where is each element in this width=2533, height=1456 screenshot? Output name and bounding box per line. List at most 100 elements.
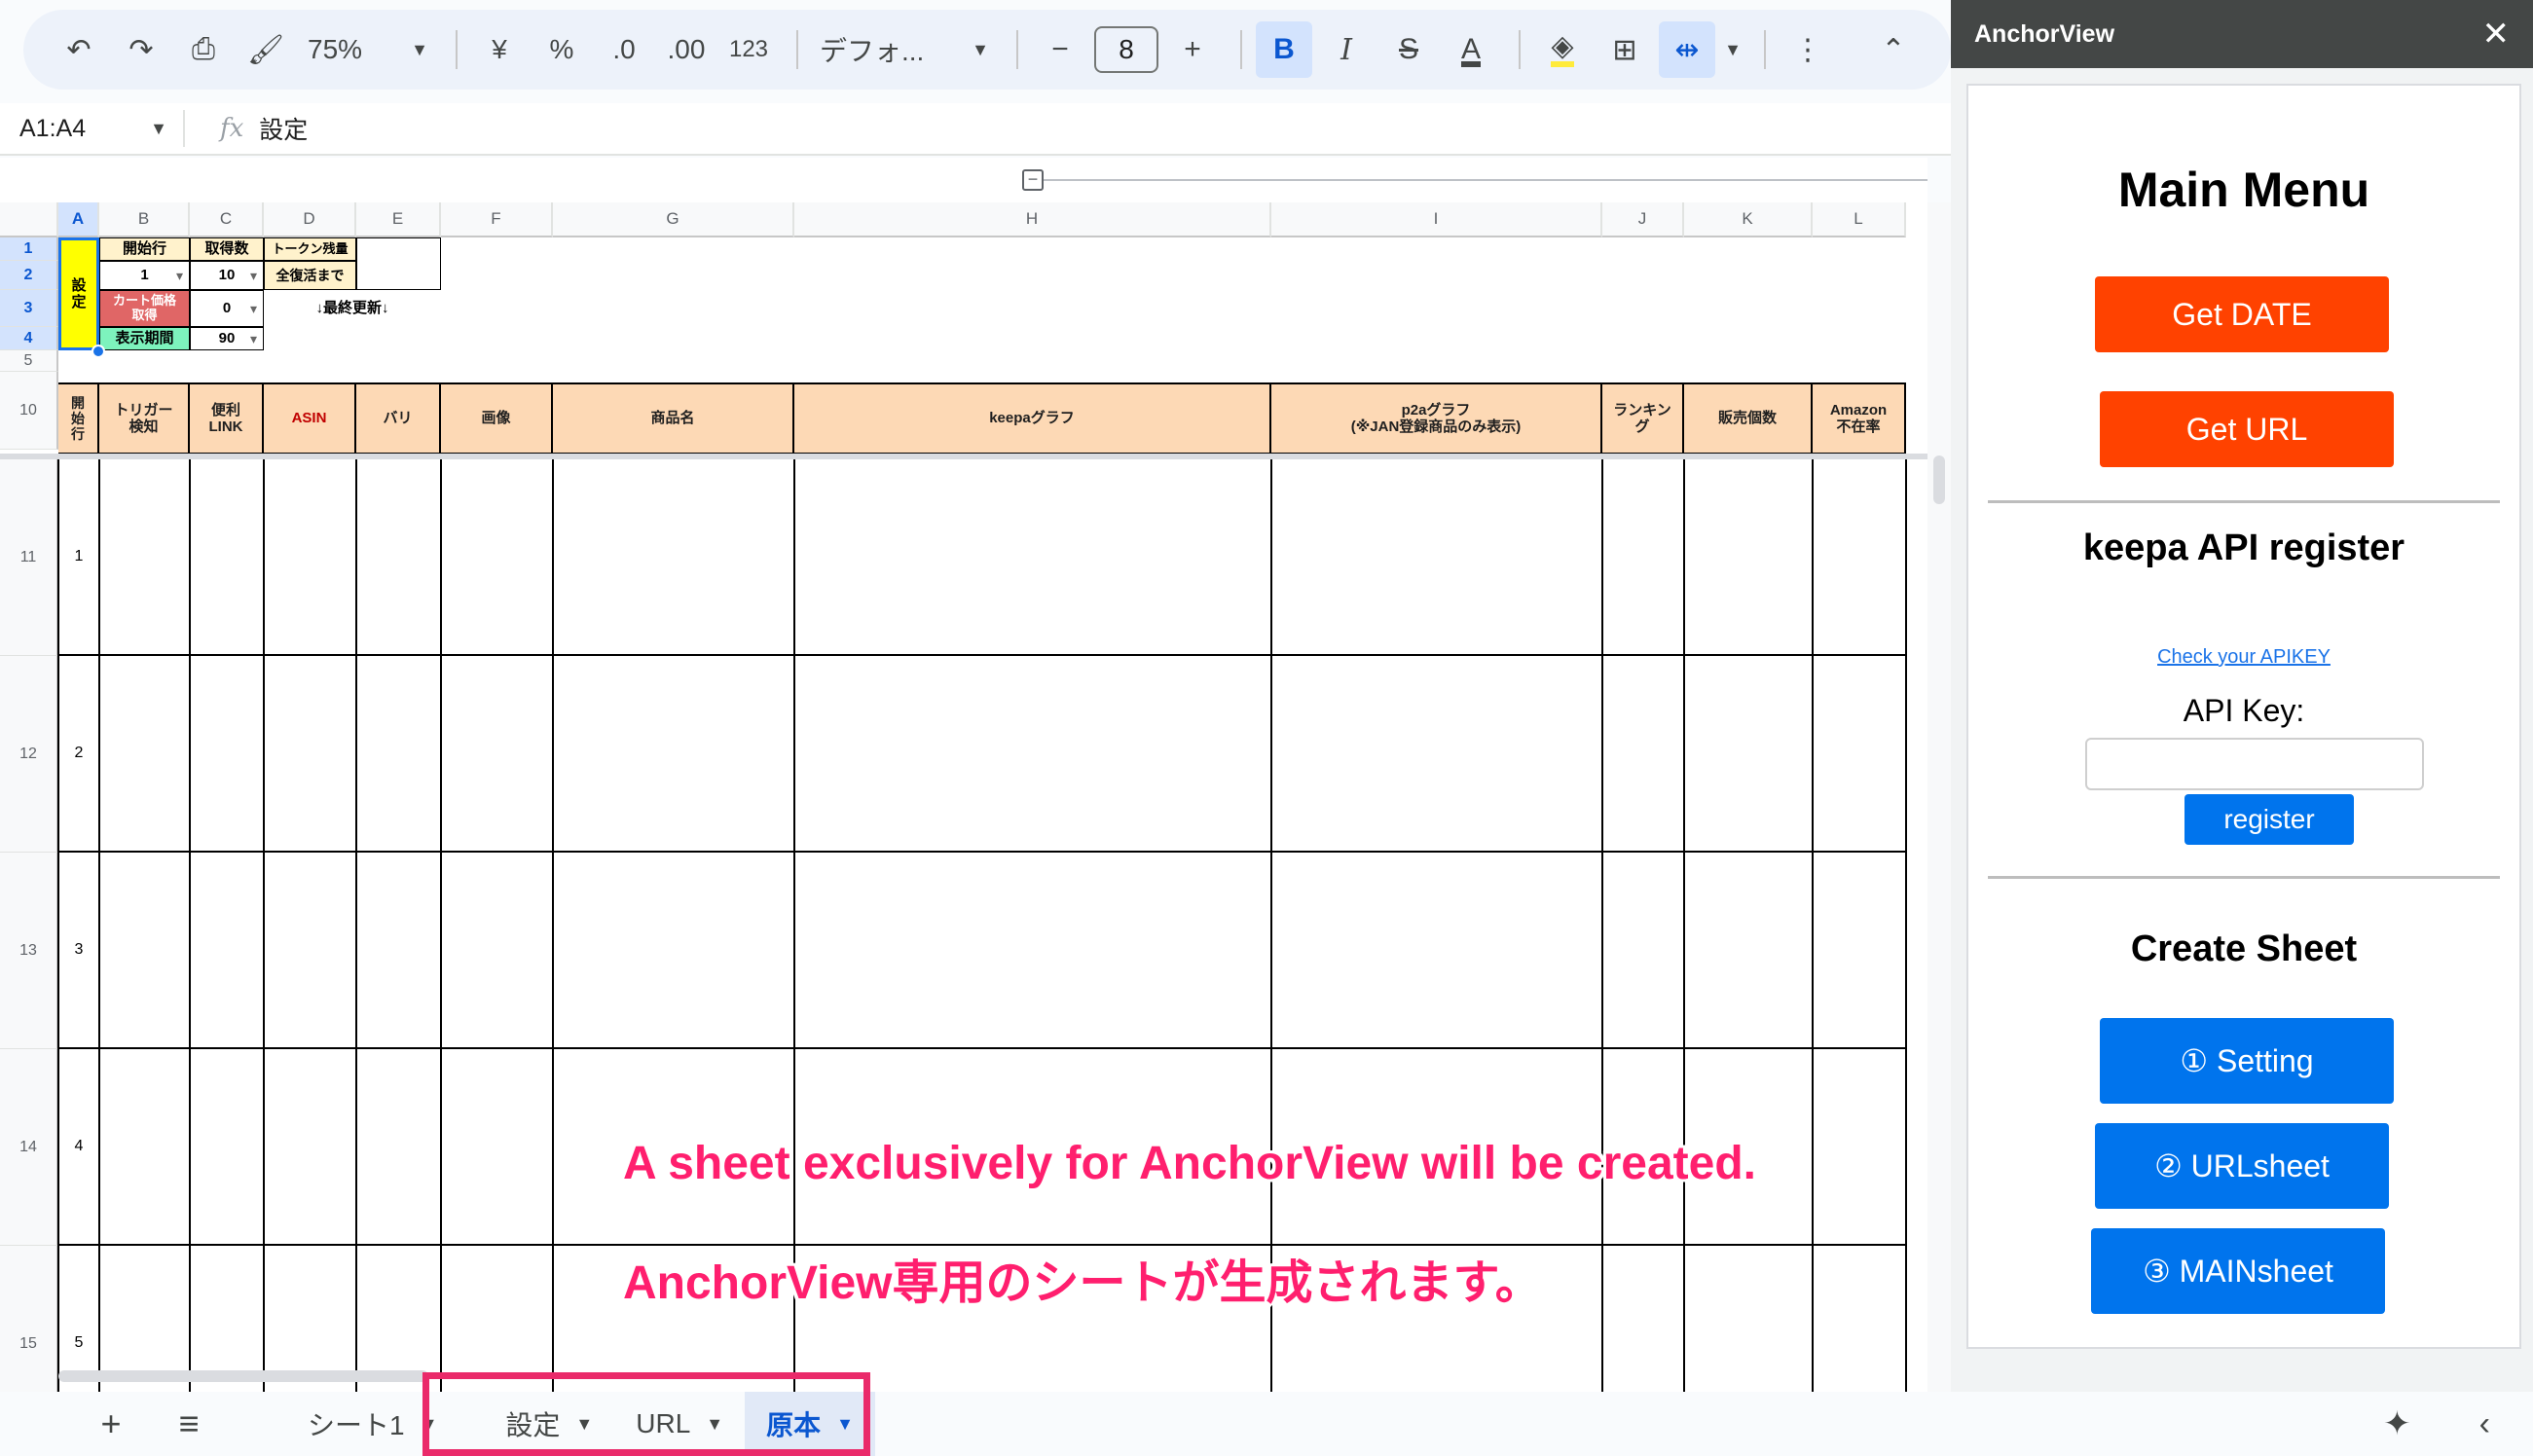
row-index-cell[interactable]: 4 (58, 1138, 99, 1155)
column-header-j[interactable]: J (1602, 202, 1684, 237)
settings-label-cell[interactable]: 設 定 (58, 237, 99, 350)
header-cell-f[interactable]: 画像 (441, 384, 553, 453)
row-header-11[interactable]: 11 (0, 459, 58, 656)
increase-font-size-icon[interactable]: + (1164, 21, 1221, 78)
display-period-label[interactable]: 表示期間 (99, 327, 190, 350)
row-header-4[interactable]: 4 (0, 327, 58, 350)
paint-format-icon[interactable]: 🖌 (238, 21, 294, 78)
display-period-value[interactable]: 90 (190, 327, 264, 350)
header-cell-i[interactable]: p2aグラフ (※JAN登録商品のみ表示) (1271, 384, 1602, 453)
last-updated-label[interactable]: ↓最終更新↓ (264, 290, 441, 327)
row-header-12[interactable]: 12 (0, 656, 58, 853)
cart-price-value[interactable]: 0 (190, 290, 264, 327)
row-header-5[interactable]: 5 (0, 350, 58, 372)
expand-side-panel-icon[interactable]: ‹ (2479, 1405, 2490, 1443)
register-button[interactable]: register (2184, 794, 2354, 845)
zoom-select[interactable]: 75% ▼ (300, 21, 436, 78)
all-sheets-icon[interactable]: ≡ (150, 1392, 228, 1456)
header-cell-l[interactable]: Amazon 不在率 (1813, 384, 1906, 453)
row-header-1[interactable]: 1 (0, 237, 58, 261)
check-apikey-link[interactable]: Check your APIKEY (1968, 646, 2519, 669)
header-cell-d[interactable]: ASIN (264, 384, 356, 453)
row-index-cell[interactable]: 2 (58, 745, 99, 762)
row-header-3[interactable]: 3 (0, 290, 58, 327)
column-header-d[interactable]: D (264, 202, 356, 237)
decrease-font-size-icon[interactable]: − (1032, 21, 1088, 78)
column-header-h[interactable]: H (794, 202, 1271, 237)
vertical-scrollbar[interactable] (1927, 202, 1951, 1392)
row-header-14[interactable]: 14 (0, 1049, 58, 1246)
print-icon[interactable]: ⎙ (175, 21, 232, 78)
undo-icon[interactable]: ↶ (51, 21, 107, 78)
header-cell-a[interactable]: 開 始 行 (58, 384, 99, 453)
more-options-icon[interactable]: ⋮ (1780, 21, 1836, 78)
frozen-row-divider[interactable] (0, 454, 1927, 459)
close-icon[interactable]: ✕ (2482, 15, 2511, 54)
merge-cells-icon[interactable]: ⇹ (1659, 21, 1715, 78)
add-sheet-icon[interactable]: + (72, 1392, 150, 1456)
increase-decimal-button[interactable]: .00 (658, 21, 715, 78)
column-header-f[interactable]: F (441, 202, 553, 237)
number-format-button[interactable]: 123 (720, 21, 777, 78)
column-header-c[interactable]: C (190, 202, 264, 237)
row-index-cell[interactable]: 1 (58, 548, 99, 565)
currency-format-button[interactable]: ¥ (471, 21, 528, 78)
row-header-10[interactable]: 10 (0, 372, 58, 450)
column-header-i[interactable]: I (1271, 202, 1602, 237)
column-header-l[interactable]: L (1813, 202, 1906, 237)
horizontal-scrollbar[interactable] (58, 1366, 1908, 1386)
font-select[interactable]: デフォ... ▼ (812, 21, 997, 78)
name-box[interactable]: A1:A4 ▼ (0, 110, 185, 147)
italic-icon[interactable]: I (1318, 21, 1375, 78)
header-cell-k[interactable]: 販売個数 (1684, 384, 1813, 453)
fetch-count-value[interactable]: 10 (190, 261, 264, 290)
borders-icon[interactable]: ⊞ (1597, 21, 1653, 78)
percent-format-button[interactable]: % (533, 21, 590, 78)
collapse-toolbar-icon[interactable]: ⌃ (1865, 21, 1922, 78)
get-date-button[interactable]: Get DATE (2095, 276, 2389, 352)
fill-color-icon[interactable]: ◈ (1534, 21, 1591, 78)
column-header-k[interactable]: K (1684, 202, 1813, 237)
header-cell-c[interactable]: 便利 LINK (190, 384, 264, 453)
merge-dropdown-icon[interactable]: ▼ (1721, 21, 1744, 78)
get-url-button[interactable]: Get URL (2100, 391, 2394, 467)
setting-sheet-button[interactable]: ① Setting (2100, 1018, 2394, 1104)
header-cell-j[interactable]: ランキン グ (1602, 384, 1684, 453)
start-row-value[interactable]: 1 (99, 261, 190, 290)
font-size-input[interactable]: 8 (1094, 26, 1158, 73)
collapse-group-icon[interactable]: − (1022, 169, 1044, 191)
cart-price-label[interactable]: カート価格 取得 (99, 290, 190, 327)
column-header-e[interactable]: E (356, 202, 441, 237)
select-all-corner[interactable] (0, 202, 58, 237)
header-cell-e[interactable]: バリ (356, 384, 441, 453)
token-value-cell[interactable] (356, 237, 441, 290)
token-remaining-label[interactable]: トークン残量 (264, 237, 356, 261)
selection-handle[interactable] (92, 345, 105, 358)
redo-icon[interactable]: ↷ (113, 21, 169, 78)
text-color-icon[interactable]: A (1443, 21, 1499, 78)
mainsheet-button[interactable]: ③ MAINsheet (2091, 1228, 2385, 1314)
column-header-b[interactable]: B (99, 202, 190, 237)
column-header-g[interactable]: G (553, 202, 794, 237)
formula-input[interactable]: 設定 (259, 111, 308, 146)
header-cell-b[interactable]: トリガー 検知 (99, 384, 190, 453)
fetch-count-label[interactable]: 取得数 (190, 237, 264, 261)
column-header-a[interactable]: A (58, 202, 99, 237)
strikethrough-icon[interactable]: S (1380, 21, 1437, 78)
start-row-label[interactable]: 開始行 (99, 237, 190, 261)
header-cell-g[interactable]: 商品名 (553, 384, 794, 453)
header-cell-h[interactable]: keepaグラフ (794, 384, 1271, 453)
row-header-2[interactable]: 2 (0, 261, 58, 290)
urlsheet-button[interactable]: ② URLsheet (2095, 1123, 2389, 1209)
decrease-decimal-button[interactable]: .0 (596, 21, 652, 78)
bold-icon[interactable]: B (1256, 21, 1312, 78)
row-index-cell[interactable]: 5 (58, 1334, 99, 1352)
explore-sparkle-icon[interactable]: ✦ (2383, 1404, 2411, 1443)
scroll-thumb[interactable] (58, 1370, 428, 1382)
scroll-thumb[interactable] (1933, 455, 1945, 504)
api-key-input[interactable] (2085, 738, 2424, 790)
cell-grid[interactable]: ABCDEFGHIJKL1234510設 定開始行取得数トークン残量110全復活… (0, 202, 1927, 1392)
row-header-15[interactable]: 15 (0, 1246, 58, 1392)
row-header-13[interactable]: 13 (0, 853, 58, 1049)
row-index-cell[interactable]: 3 (58, 941, 99, 959)
